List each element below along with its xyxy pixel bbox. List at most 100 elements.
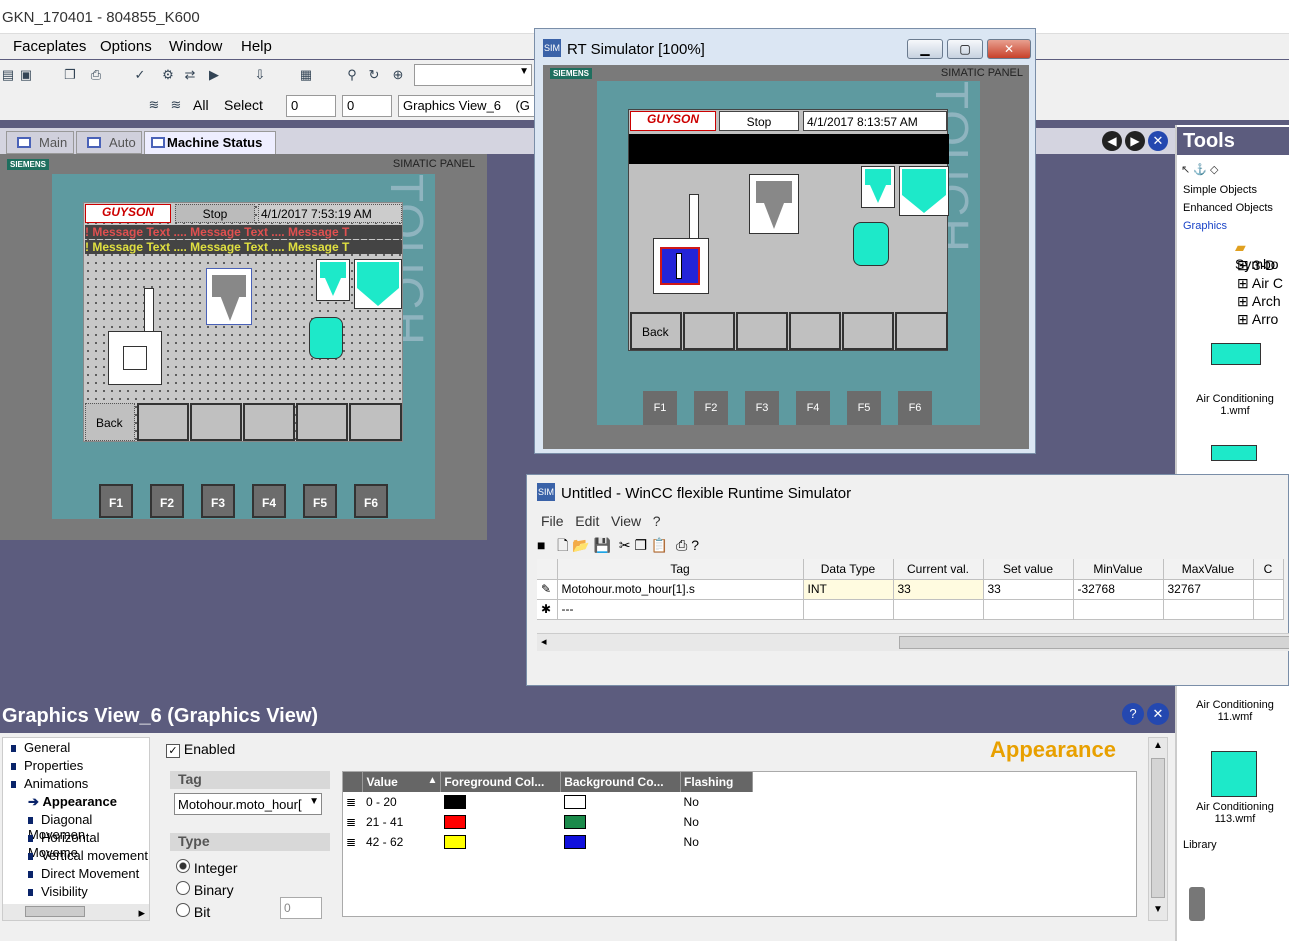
print-icon[interactable]: ⎙ <box>88 67 104 83</box>
fkey-f3[interactable]: F3 <box>201 484 235 518</box>
copy-icon[interactable]: ❐ <box>634 537 647 553</box>
screen-combo[interactable]: Graphics View_6 (G <box>398 95 536 117</box>
check-icon[interactable]: ✓ <box>132 67 148 83</box>
enabled-checkbox[interactable]: ✓ Enabled <box>166 741 235 758</box>
back-button[interactable]: Back <box>85 403 135 441</box>
replace-icon[interactable]: ↻ <box>366 67 382 83</box>
fkey-f2[interactable]: F2 <box>694 391 728 425</box>
cell-flashing[interactable]: No <box>681 832 753 852</box>
runtime-screen[interactable]: GUYSON Stop 4/1/2017 8:13:57 AM Back <box>628 109 949 351</box>
align-icon[interactable]: ≋ <box>146 97 162 113</box>
menu-faceplates[interactable]: Faceplates <box>13 38 86 55</box>
cell-value[interactable]: 0 - 20 <box>363 792 441 812</box>
tab-machine-status[interactable]: Machine Status <box>144 131 276 154</box>
col-foreground[interactable]: Foreground Col... <box>440 772 562 792</box>
fkey-f4[interactable]: F4 <box>252 484 286 518</box>
softkey-1[interactable] <box>683 312 735 350</box>
cell-value[interactable]: 42 - 62 <box>363 832 441 852</box>
softkey-1[interactable] <box>137 403 189 441</box>
menu-edit[interactable]: Edit <box>575 513 599 529</box>
spin-y-input[interactable]: 0 <box>342 95 392 117</box>
cell-flashing[interactable]: No <box>681 812 753 832</box>
tag-select[interactable]: Motohour.moto_hour[▼ <box>174 793 322 815</box>
vertical-scrollbar[interactable]: ▲ ▼ <box>1148 737 1168 921</box>
air-conditioning-thumb-2[interactable] <box>1211 445 1257 461</box>
select-label[interactable]: Select <box>224 97 263 113</box>
open-icon[interactable]: ▤ <box>0 67 16 83</box>
menu-file[interactable]: File <box>541 513 564 529</box>
nav-horizontal-movement[interactable]: Horizontal Moveme <box>3 830 149 860</box>
save-icon[interactable]: 💾 <box>594 537 611 553</box>
cell-background[interactable] <box>561 832 681 852</box>
softkey-4[interactable] <box>842 312 894 350</box>
select-all-label[interactable]: All <box>193 97 209 113</box>
tab-auto[interactable]: Auto <box>76 131 142 154</box>
spin-x-input[interactable]: 0 <box>286 95 336 117</box>
nav-diagonal-movement[interactable]: Diagonal Movemen <box>3 812 149 842</box>
scroll-thumb[interactable] <box>1151 758 1165 898</box>
zoom-icon[interactable]: ⊕ <box>390 67 406 83</box>
paste-icon[interactable]: 📋 <box>651 537 668 553</box>
tab-main[interactable]: Main <box>6 131 74 154</box>
section-graphics[interactable]: Graphics <box>1183 220 1227 232</box>
zoom-combo[interactable]: ▼ <box>414 64 532 86</box>
fkey-f3[interactable]: F3 <box>745 391 779 425</box>
cell-max-value[interactable]: 32767 <box>1163 579 1254 600</box>
motor-symbol[interactable] <box>108 331 162 385</box>
cell-min-value[interactable]: -32768 <box>1073 579 1164 600</box>
nav-general[interactable]: General <box>3 740 149 758</box>
fkey-f1[interactable]: F1 <box>99 484 133 518</box>
fkey-f5[interactable]: F5 <box>847 391 881 425</box>
back-button[interactable]: Back <box>630 312 682 350</box>
air-conditioning-thumb-3[interactable] <box>1211 751 1257 797</box>
download-icon[interactable]: ⇩ <box>252 67 268 83</box>
nav-appearance[interactable]: ➔ Appearance <box>3 794 149 812</box>
softkey-2[interactable] <box>736 312 788 350</box>
col-min-value[interactable]: MinValue <box>1073 559 1164 580</box>
scroll-up-icon[interactable]: ▲ <box>1153 740 1163 751</box>
print-icon[interactable]: ⎙ <box>676 537 687 553</box>
table-row[interactable]: ≣ 42 - 62 No <box>343 832 753 852</box>
softkey-4[interactable] <box>296 403 348 441</box>
copy-icon[interactable]: ❐ <box>62 67 78 83</box>
col-set-value[interactable]: Set value <box>983 559 1074 580</box>
section-simple-objects[interactable]: Simple Objects <box>1183 184 1257 196</box>
tree-3d[interactable]: ⊞ 3-D <box>1237 257 1275 274</box>
cell-new-tag[interactable]: --- <box>557 599 804 620</box>
scroll-left-icon[interactable]: ◂ <box>541 635 547 648</box>
menu-view[interactable]: View <box>611 513 641 529</box>
status-field[interactable]: Stop <box>175 204 255 223</box>
section-enhanced-objects[interactable]: Enhanced Objects <box>1183 202 1273 214</box>
horizontal-scrollbar[interactable]: ◂ <box>537 633 1289 651</box>
scroll-right-icon[interactable]: ▶ <box>1125 131 1145 151</box>
arrange-icon[interactable]: ≋ <box>168 97 184 113</box>
col-tag[interactable]: Tag <box>557 559 804 580</box>
cell-background[interactable] <box>561 792 681 812</box>
softkey-5[interactable] <box>349 403 402 441</box>
close-button[interactable]: ✕ <box>987 39 1031 59</box>
softkey-3[interactable] <box>243 403 295 441</box>
menu-options[interactable]: Options <box>100 38 152 55</box>
bit-spinner[interactable]: 0 <box>280 897 322 919</box>
editor-screen[interactable]: GUYSON Stop 4/1/2017 7:53:19 AM ! Messag… <box>83 202 403 442</box>
stop-icon[interactable]: ■ <box>537 537 545 553</box>
menu-window[interactable]: Window <box>169 38 222 55</box>
nav-animations[interactable]: Animations <box>3 776 149 794</box>
cell-c[interactable] <box>1253 579 1284 600</box>
binoculars-icon[interactable]: ⚲ <box>344 67 360 83</box>
nav-visibility[interactable]: Visibility <box>3 884 149 902</box>
cell-set-value[interactable]: 33 <box>983 579 1074 600</box>
col-background[interactable]: Background Co... <box>560 772 682 792</box>
scroll-thumb[interactable] <box>25 906 85 917</box>
col-value[interactable]: Value ▲ <box>362 772 442 792</box>
table-row[interactable]: ≣ 0 - 20 No <box>343 792 753 812</box>
cell-foreground[interactable] <box>441 812 561 832</box>
help-icon[interactable]: ? <box>691 537 699 553</box>
radio-binary[interactable]: Binary <box>176 881 234 898</box>
nav-direct-movement[interactable]: Direct Movement <box>3 866 149 884</box>
tree-air[interactable]: ⊞ Air C <box>1237 275 1283 292</box>
cut-icon[interactable]: ✂ <box>619 537 631 553</box>
fkey-f5[interactable]: F5 <box>303 484 337 518</box>
new-icon[interactable]: 🗋 <box>557 537 568 553</box>
fkey-f1[interactable]: F1 <box>643 391 677 425</box>
